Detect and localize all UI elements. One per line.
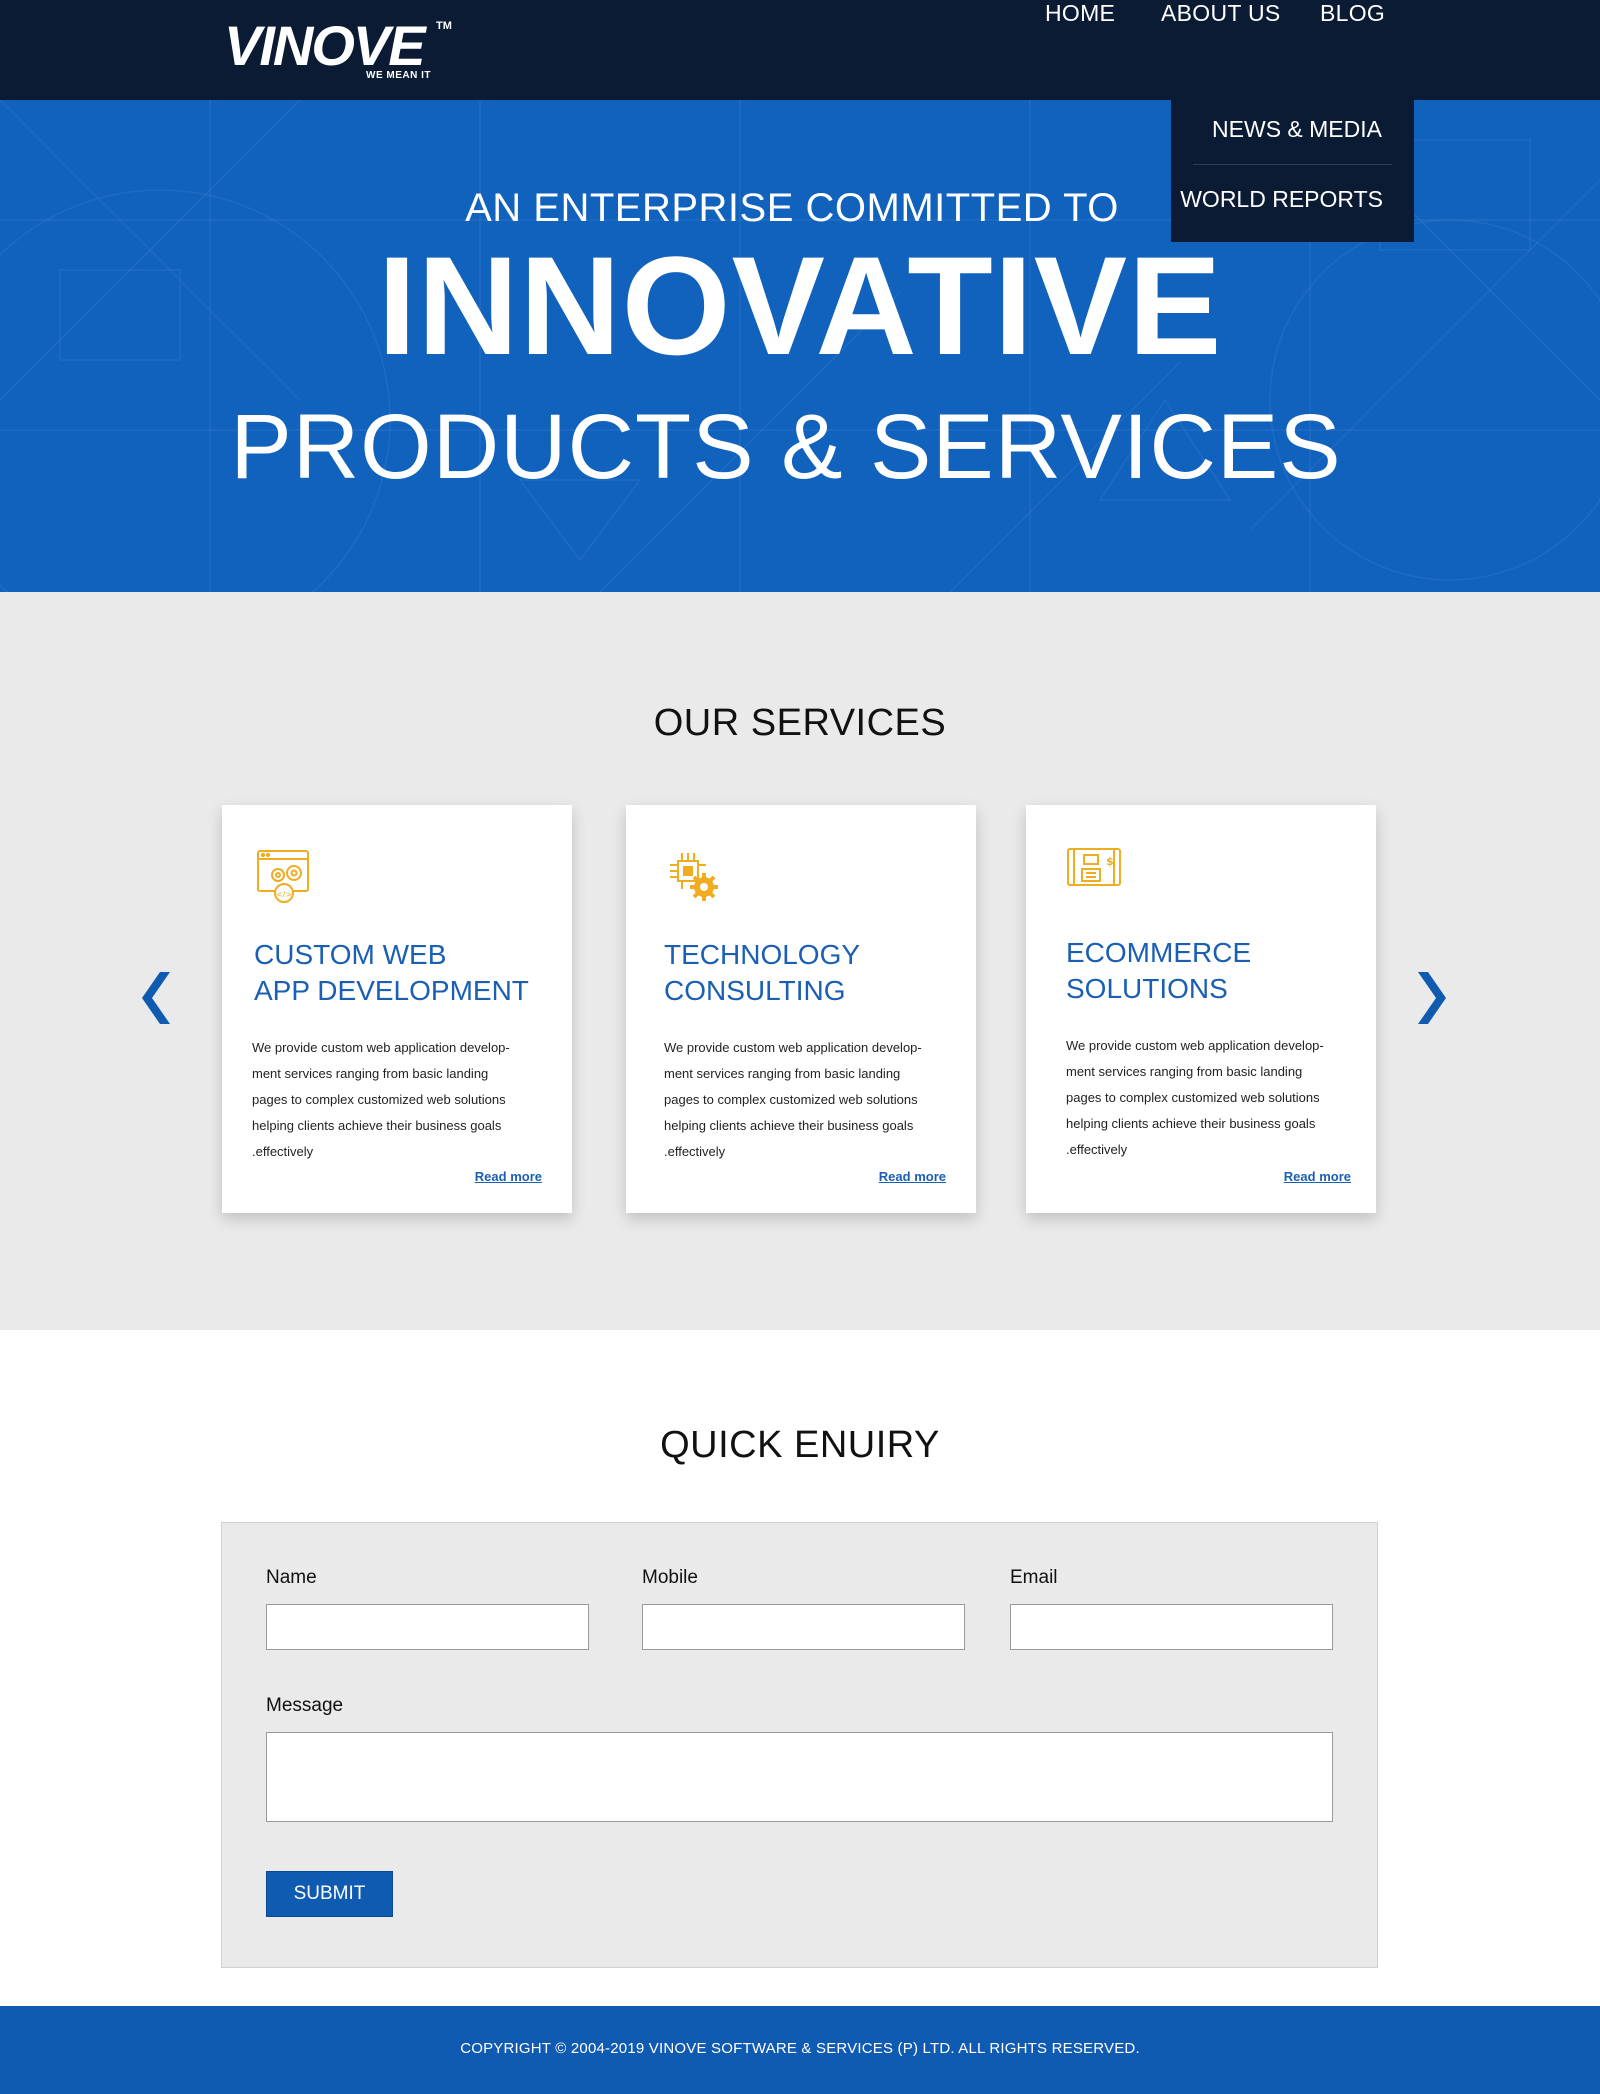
hero-tagline: PRODUCTS & SERVICES xyxy=(230,396,1342,498)
service-card-title: TECHNOLOGY CONSULTING xyxy=(664,939,861,1006)
service-card-description: We provide custom web application develo… xyxy=(1066,1038,1324,1157)
submit-button[interactable]: SUBMIT xyxy=(266,1871,393,1917)
read-more-link[interactable]: Read more xyxy=(475,1169,542,1184)
message-label: Message xyxy=(266,1695,344,1716)
mobile-label: Mobile xyxy=(642,1567,698,1588)
logo-text: VINOVE xyxy=(224,14,426,77)
mobile-input[interactable] xyxy=(642,1604,965,1650)
web-app-gears-icon: </> xyxy=(257,850,309,903)
service-card-web-app: </> CUSTOM WEB APP DEVELOPMENT We provid… xyxy=(222,805,572,1213)
dropdown-divider xyxy=(1193,164,1392,165)
svg-text:</>: </> xyxy=(276,890,292,899)
ecommerce-register-icon: $ xyxy=(1067,848,1121,886)
logo-tagline: WE MEAN IT xyxy=(366,70,431,81)
about-dropdown-menu: NEWS & MEDIA WORLD REPORTS xyxy=(1171,100,1414,242)
service-card-title: ECOMMERCE SOLUTIONS xyxy=(1066,937,1252,1004)
nav-blog[interactable]: BLOG xyxy=(1320,0,1385,27)
dropdown-item-news-media[interactable]: NEWS & MEDIA xyxy=(1212,116,1382,143)
email-label: Email xyxy=(1010,1567,1058,1588)
enquiry-form: Name Mobile Email Message SUBMIT xyxy=(221,1522,1378,1968)
copyright-text: COPYRIGHT © 2004-2019 VINOVE SOFTWARE & … xyxy=(460,2040,1140,2057)
svg-text:$: $ xyxy=(1106,855,1114,868)
name-input[interactable] xyxy=(266,1604,589,1650)
service-card-ecommerce: $ ECOMMERCE SOLUTIONS We provide custom … xyxy=(1026,805,1376,1213)
services-title: OUR SERVICES xyxy=(653,702,947,744)
nav-about-us[interactable]: ABOUT US xyxy=(1161,0,1281,27)
services-section: OUR SERVICES </> CUSTOM WEB APP DEVELOPM xyxy=(0,592,1600,1330)
service-card-description: We provide custom web application develo… xyxy=(664,1040,922,1159)
site-footer: COPYRIGHT © 2004-2019 VINOVE SOFTWARE & … xyxy=(0,2006,1600,2094)
message-textarea[interactable] xyxy=(266,1732,1333,1822)
logo-trademark: TM xyxy=(436,20,452,32)
hero-headline: INNOVATIVE xyxy=(377,227,1223,384)
chip-gear-icon xyxy=(670,853,718,901)
site-header: VINOVE TM WE MEAN IT HOME ABOUT US BLOG xyxy=(0,0,1600,100)
name-label: Name xyxy=(266,1567,317,1588)
dropdown-item-world-reports[interactable]: WORLD REPORTS xyxy=(1180,186,1383,213)
enquiry-title: QUICK ENUIRY xyxy=(660,1424,940,1466)
service-card-description: We provide custom web application develo… xyxy=(252,1040,510,1159)
read-more-link[interactable]: Read more xyxy=(879,1169,946,1184)
service-card-title: CUSTOM WEB APP DEVELOPMENT xyxy=(254,939,529,1006)
carousel-prev-arrow-icon[interactable] xyxy=(138,968,178,1028)
nav-home[interactable]: HOME xyxy=(1045,0,1115,27)
email-input[interactable] xyxy=(1010,1604,1333,1650)
carousel-next-arrow-icon[interactable] xyxy=(1410,968,1450,1028)
logo[interactable]: VINOVE TM WE MEAN IT xyxy=(224,14,452,82)
read-more-link[interactable]: Read more xyxy=(1284,1169,1351,1184)
service-card-technology-consulting: TECHNOLOGY CONSULTING We provide custom … xyxy=(626,805,976,1213)
